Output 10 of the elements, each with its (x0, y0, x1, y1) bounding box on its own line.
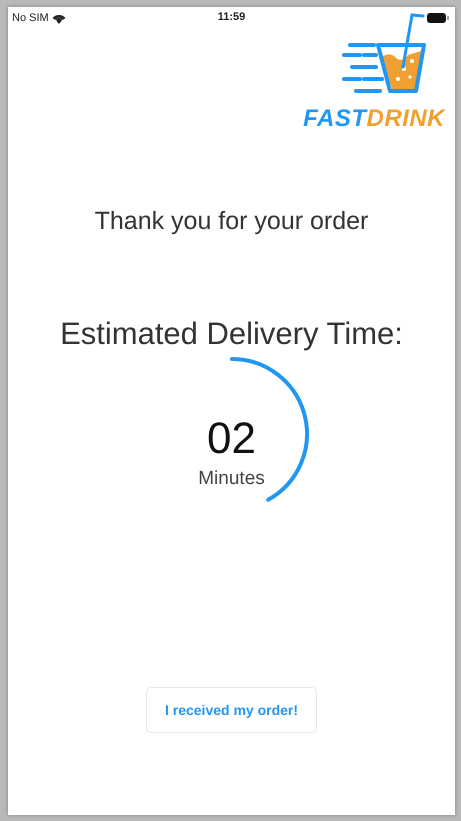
minutes-label: Minutes (198, 468, 265, 490)
clock-text: 11:59 (218, 11, 246, 23)
minutes-value: 02 (207, 414, 256, 464)
wifi-icon (52, 12, 66, 24)
battery-icon (427, 13, 449, 23)
delivery-heading: Estimated Delivery Time: (60, 316, 403, 352)
brand-name: FASTDRINK (303, 105, 445, 133)
received-order-button[interactable]: I received my order! (146, 687, 318, 733)
carrier-text: No SIM (12, 12, 49, 24)
thank-you-message: Thank you for your order (94, 207, 368, 236)
